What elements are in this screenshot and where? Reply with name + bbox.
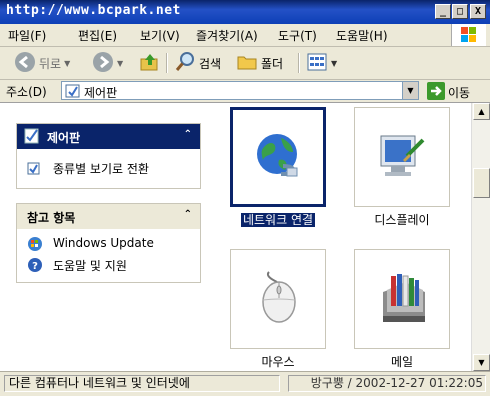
window-title: http://www.bcpark.net xyxy=(6,3,181,18)
display-icon xyxy=(377,130,429,185)
menu-file[interactable]: 파일(F) xyxy=(8,27,46,44)
maximize-button[interactable]: □ xyxy=(452,4,468,19)
display-item[interactable]: 디스플레이 xyxy=(354,107,450,231)
windows-update-icon xyxy=(27,236,43,252)
control-panel-small-icon xyxy=(65,83,81,102)
control-panel-header-icon xyxy=(23,127,41,148)
standard-toolbar: 뒤로 ▼ ▼ 검색 폴더 ▼ xyxy=(0,47,490,80)
control-panel-task-pane: 제어판 ⌃ 종류별 보기로 전환 xyxy=(16,123,201,189)
network-connections-item[interactable]: 네트워크 연결 xyxy=(230,107,326,231)
scroll-up-icon[interactable]: ▲ xyxy=(473,103,490,120)
svg-text:?: ? xyxy=(32,261,38,272)
go-label: 이동 xyxy=(448,86,471,100)
control-panel-pane-title: 제어판 xyxy=(47,131,81,145)
switch-category-view-link[interactable]: 종류별 보기로 전환 xyxy=(17,157,200,178)
mail-tile xyxy=(354,249,450,349)
windows-update-label: Windows Update xyxy=(53,236,154,250)
help-support-label: 도움말 및 지원 xyxy=(53,259,127,273)
menu-edit[interactable]: 편집(E) xyxy=(78,27,117,44)
views-dropdown-icon[interactable]: ▼ xyxy=(331,59,337,68)
see-also-task-pane: 참고 항목 ⌃ Windows Update ? 도움말 및 지원 xyxy=(16,203,201,283)
status-watermark: 방구뿡 / 2002-12-27 01:22:05 xyxy=(288,375,486,392)
folders-label: 폴더 xyxy=(261,56,284,71)
up-folder-icon xyxy=(139,51,161,76)
address-dropdown-icon[interactable]: ▼ xyxy=(402,82,418,99)
folders-icon xyxy=(236,51,258,76)
network-connections-label: 네트워크 연결 xyxy=(240,213,316,227)
mouse-item[interactable]: 마우스 xyxy=(230,249,326,373)
windows-logo-icon xyxy=(451,24,486,46)
menu-view[interactable]: 보기(V) xyxy=(140,27,180,44)
minimize-button[interactable]: _ xyxy=(435,4,451,19)
folders-button[interactable]: 폴더 xyxy=(236,52,283,74)
mouse-icon xyxy=(255,268,303,329)
help-icon: ? xyxy=(27,257,43,273)
display-label: 디스플레이 xyxy=(374,213,430,227)
control-panel-pane-header[interactable]: 제어판 ⌃ xyxy=(17,124,200,149)
search-label: 검색 xyxy=(199,56,222,71)
views-button[interactable]: ▼ xyxy=(306,52,337,74)
mouse-tile xyxy=(230,249,326,349)
status-description: 다른 컴퓨터나 네트워크 및 인터넷에 xyxy=(4,375,280,392)
views-icon xyxy=(306,51,328,76)
vertical-scrollbar[interactable]: ▲ ▼ xyxy=(471,103,490,371)
close-button[interactable]: X xyxy=(470,4,486,19)
mail-icon xyxy=(377,270,431,329)
category-view-icon xyxy=(27,160,43,176)
scroll-down-icon[interactable]: ▼ xyxy=(473,354,490,371)
back-label: 뒤로 xyxy=(39,56,62,71)
scroll-thumb[interactable] xyxy=(473,168,490,198)
search-button[interactable]: 검색 xyxy=(174,51,222,76)
go-button[interactable]: 이동 xyxy=(427,82,470,103)
title-bar[interactable]: http://www.bcpark.net _ □ X xyxy=(0,0,490,24)
up-folder-button[interactable] xyxy=(139,52,161,74)
switch-category-view-label: 종류별 보기로 전환 xyxy=(53,162,149,176)
display-tile xyxy=(354,107,450,207)
address-value: 제어판 xyxy=(84,86,118,100)
menu-tools[interactable]: 도구(T) xyxy=(278,27,317,44)
back-dropdown-icon[interactable]: ▼ xyxy=(64,59,70,68)
address-input[interactable]: 제어판 ▼ xyxy=(61,81,419,100)
status-bar: 다른 컴퓨터나 네트워크 및 인터넷에 방구뿡 / 2002-12-27 01:… xyxy=(0,371,490,396)
back-arrow-icon xyxy=(14,51,36,76)
help-support-link[interactable]: ? 도움말 및 지원 xyxy=(17,254,200,275)
go-arrow-icon xyxy=(427,82,445,103)
forward-dropdown-icon[interactable]: ▼ xyxy=(117,59,123,68)
see-also-pane-title: 참고 항목 xyxy=(27,211,76,225)
address-bar: 주소(D) 제어판 ▼ 이동 xyxy=(0,80,490,103)
menu-favorites[interactable]: 즐겨찾기(A) xyxy=(196,27,258,44)
see-also-pane-header[interactable]: 참고 항목 ⌃ xyxy=(17,204,200,229)
collapse-chevron-icon[interactable]: ⌃ xyxy=(184,209,192,220)
collapse-chevron-icon[interactable]: ⌃ xyxy=(184,129,192,140)
content-area: 제어판 ⌃ 종류별 보기로 전환 참고 항목 ⌃ Windows Update … xyxy=(0,103,471,371)
menu-bar: 파일(F) 편집(E) 보기(V) 즐겨찾기(A) 도구(T) 도움말(H) xyxy=(0,24,490,47)
mouse-label: 마우스 xyxy=(261,355,295,369)
address-label: 주소(D) xyxy=(6,85,47,99)
network-connections-tile xyxy=(230,107,326,207)
windows-update-link[interactable]: Windows Update xyxy=(17,233,200,254)
forward-button[interactable]: ▼ xyxy=(92,51,123,76)
forward-arrow-icon xyxy=(92,51,114,76)
search-icon xyxy=(174,51,196,76)
network-globe-icon xyxy=(253,130,305,185)
menu-help[interactable]: 도움말(H) xyxy=(336,27,388,44)
mail-item[interactable]: 메일 xyxy=(354,249,450,373)
mail-label: 메일 xyxy=(390,355,414,369)
back-button[interactable]: 뒤로 ▼ xyxy=(14,51,70,76)
